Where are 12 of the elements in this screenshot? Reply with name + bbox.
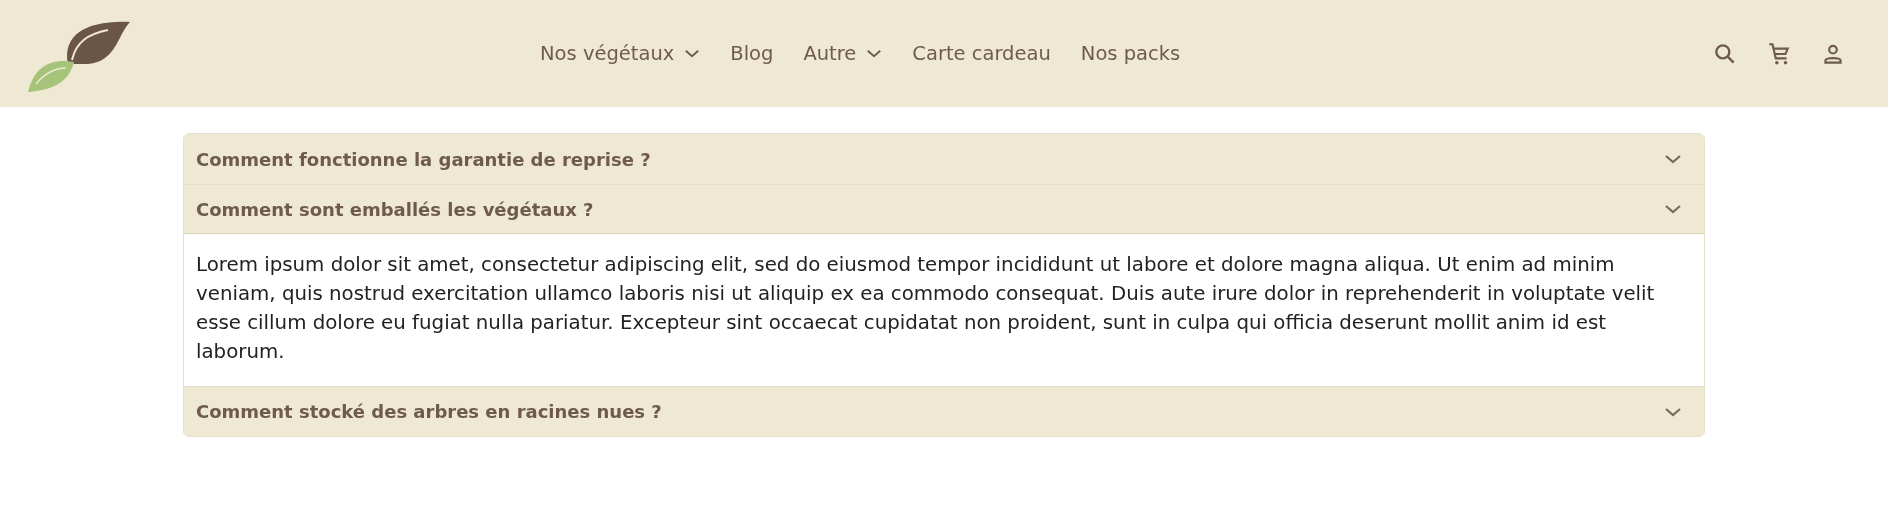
chevron-down-icon	[1664, 203, 1682, 215]
nav-link[interactable]: Blog	[730, 34, 774, 73]
faq-question[interactable]: Comment sont emballés les végétaux ?	[184, 184, 1704, 234]
nav-link[interactable]: Carte cardeau	[912, 34, 1051, 73]
nav-dropdown[interactable]: Autre	[803, 34, 883, 73]
chevron-down-icon	[1664, 153, 1682, 165]
faq-question[interactable]: Comment stocké des arbres en racines nues ?	[184, 386, 1704, 436]
chevron-down-icon	[1664, 405, 1682, 418]
cart-icon[interactable]	[1766, 40, 1792, 67]
nav-dropdown[interactable]: Nos végétaux	[540, 34, 701, 73]
nav-link[interactable]: Nos packs	[1080, 34, 1181, 73]
faq-question[interactable]: Comment fonctionne la garantie de reprise ?	[184, 134, 1704, 184]
